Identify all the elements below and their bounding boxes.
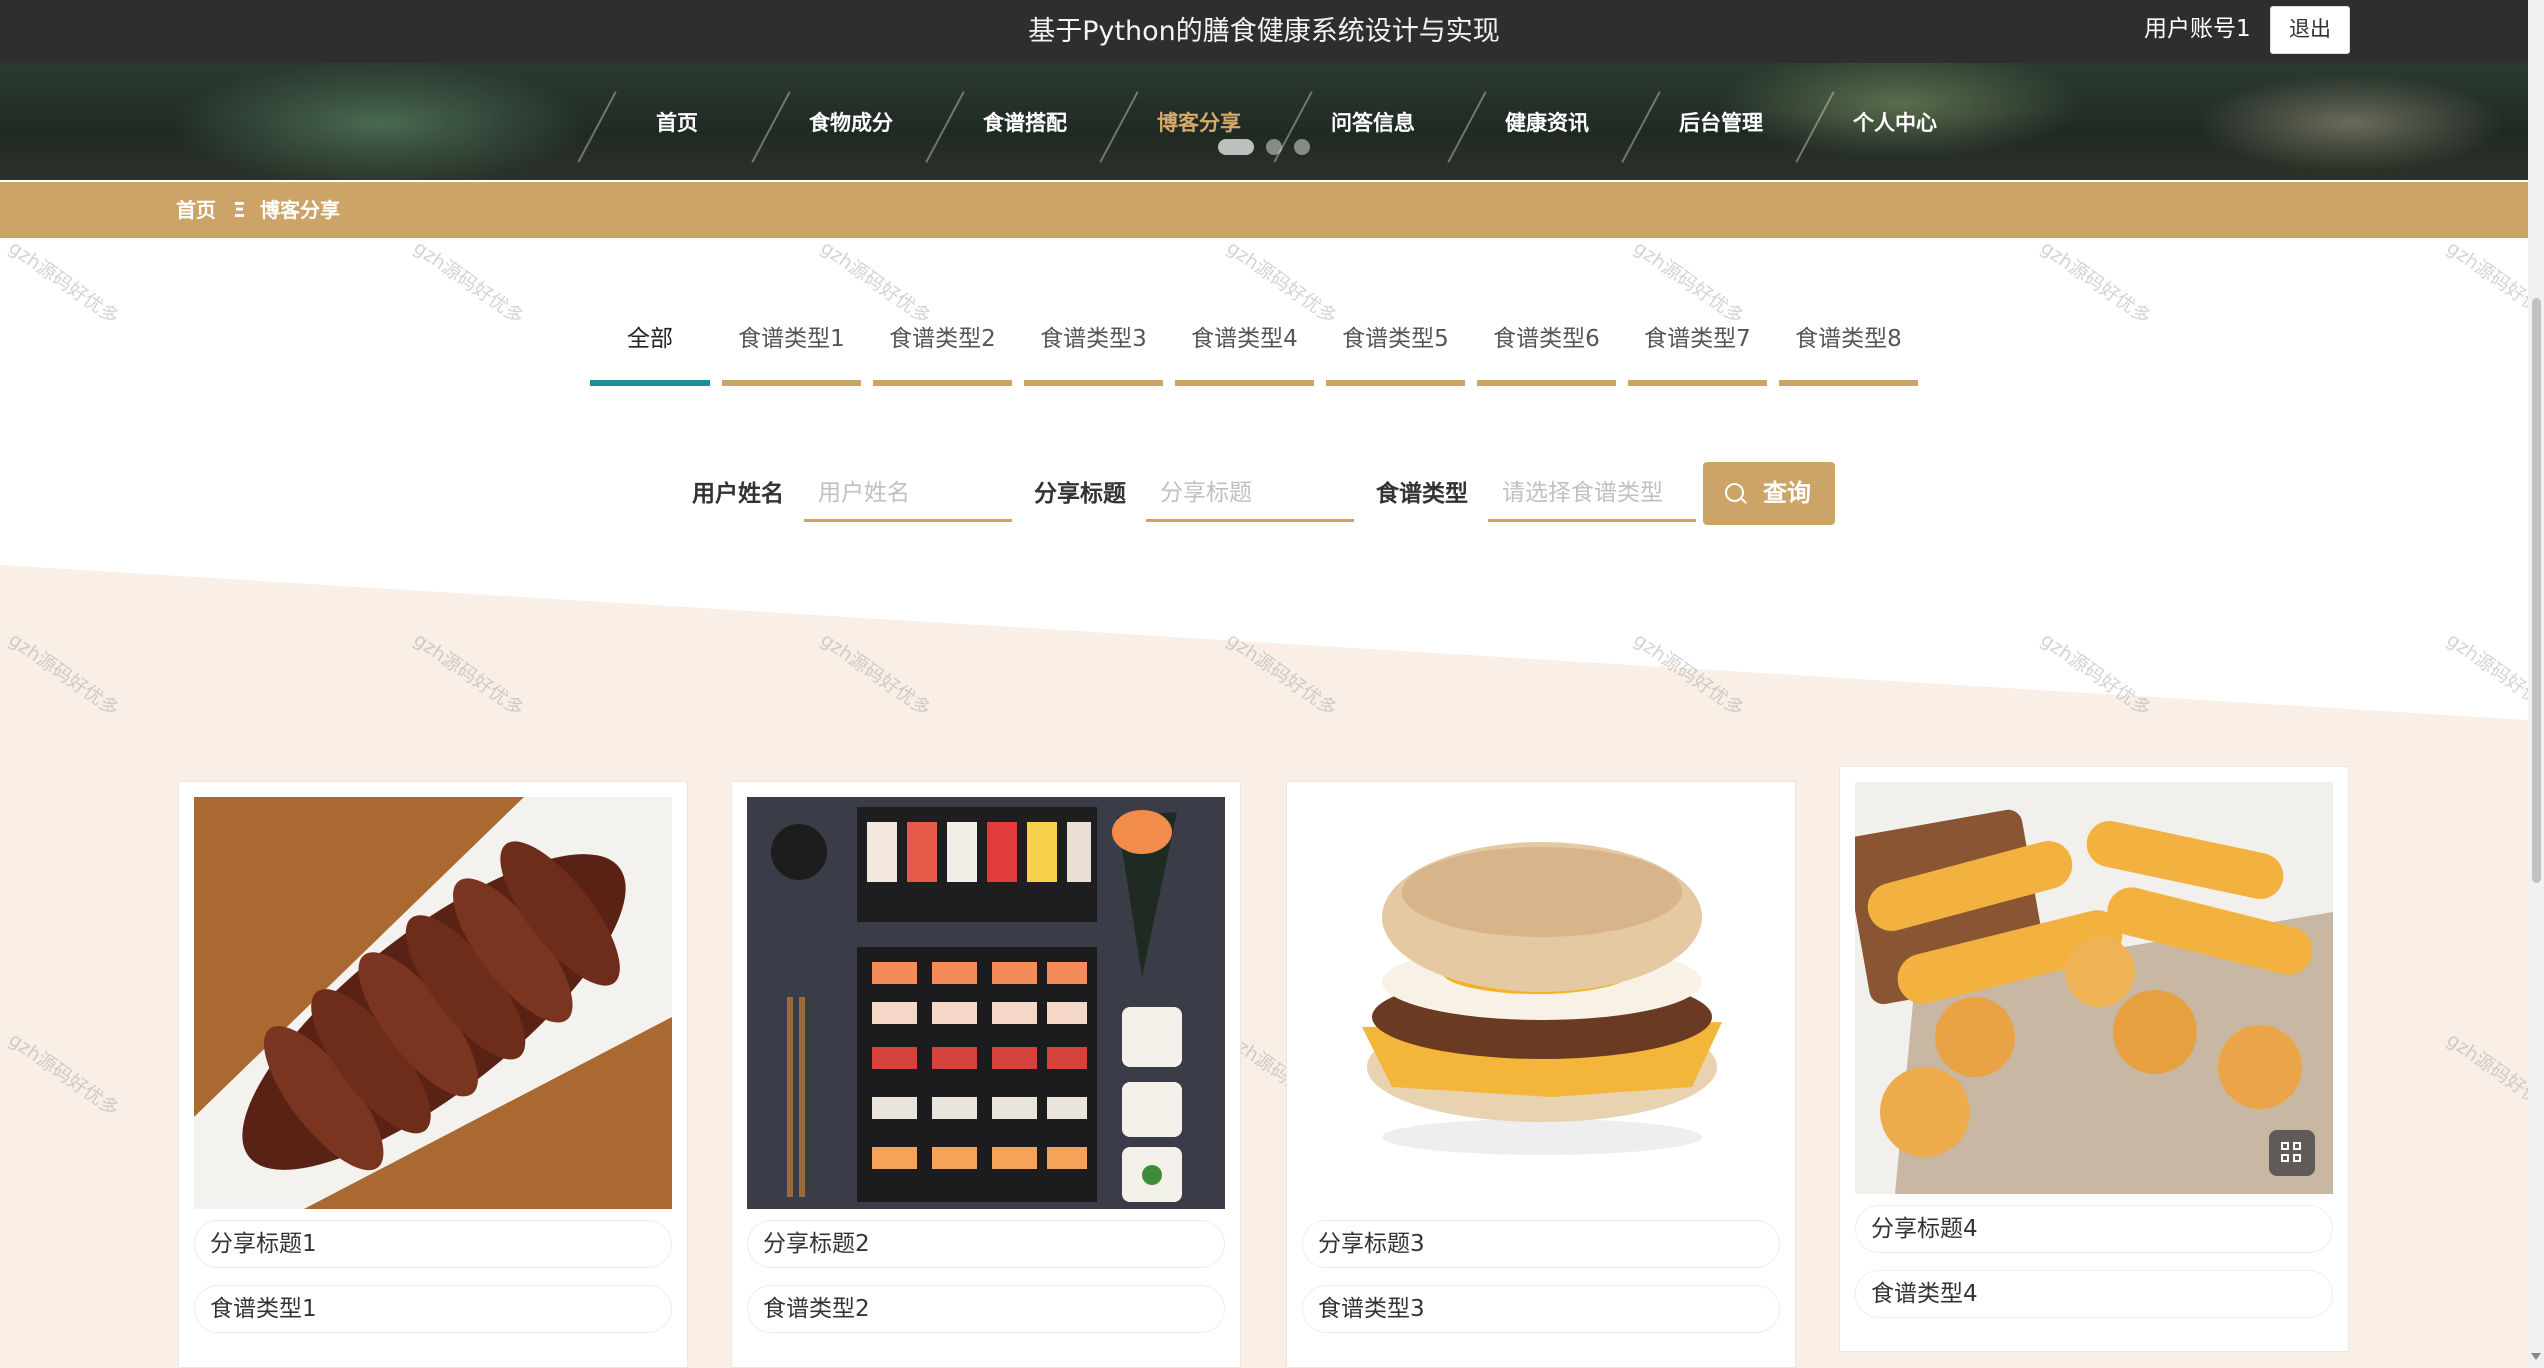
username-label: 用户姓名 xyxy=(692,481,784,507)
category-tabs: 全部 食谱类型1 食谱类型2 食谱类型3 食谱类型4 食谱类型5 食谱类型6 食… xyxy=(590,318,1918,386)
card-title: 分享标题4 xyxy=(1855,1205,2333,1253)
nav-item-personal-center[interactable]: 个人中心 xyxy=(1808,63,1982,180)
tab-recipe-type-5[interactable]: 食谱类型5 xyxy=(1326,318,1465,386)
card-title: 分享标题3 xyxy=(1302,1220,1780,1268)
sushi-platter-photo[interactable] xyxy=(747,797,1225,1209)
card-recipe-type: 食谱类型3 xyxy=(1302,1285,1780,1333)
hero-banner: 首页 食物成分 食谱搭配 博客分享 问答信息 健康资讯 后台管理 个人中心 xyxy=(0,63,2528,180)
search-button[interactable]: 查询 xyxy=(1703,462,1835,525)
card-title: 分享标题1 xyxy=(194,1220,672,1268)
card-recipe-type: 食谱类型2 xyxy=(747,1285,1225,1333)
breadcrumb-home[interactable]: 首页 xyxy=(176,182,216,238)
watermark-text: gzh源码好优多 xyxy=(1222,236,1341,329)
scroll-down-arrow-icon[interactable] xyxy=(2531,1353,2541,1360)
watermark-text: gzh源码好优多 xyxy=(4,236,123,329)
scrollbar-thumb[interactable] xyxy=(2532,298,2541,883)
card-recipe-type: 食谱类型4 xyxy=(1855,1270,2333,1318)
carousel-dot[interactable] xyxy=(1294,139,1310,155)
nav-item-admin[interactable]: 后台管理 xyxy=(1634,63,1808,180)
recipe-type-label: 食谱类型 xyxy=(1376,481,1468,507)
tab-recipe-type-1[interactable]: 食谱类型1 xyxy=(722,318,861,386)
blog-card[interactable]: 分享标题3 食谱类型3 xyxy=(1286,781,1796,1368)
breadcrumb-current: 博客分享 xyxy=(260,198,340,222)
tab-recipe-type-6[interactable]: 食谱类型6 xyxy=(1477,318,1616,386)
nav-item-home[interactable]: 首页 xyxy=(590,63,764,180)
breadcrumb: 首页 Ξ 博客分享 xyxy=(0,182,2528,238)
logout-button[interactable]: 退出 xyxy=(2270,6,2350,54)
nav-item-recipe-matching[interactable]: 食谱搭配 xyxy=(938,63,1112,180)
search-button-label: 查询 xyxy=(1763,479,1811,507)
watermark-text: gzh源码好优多 xyxy=(2036,236,2155,329)
breadcrumb-separator-icon: Ξ xyxy=(233,198,246,222)
nav-item-blog-share[interactable]: 博客分享 xyxy=(1112,63,1286,180)
card-title: 分享标题2 xyxy=(747,1220,1225,1268)
share-title-input[interactable] xyxy=(1146,466,1354,522)
carousel-dot-active[interactable] xyxy=(1218,139,1254,155)
blog-card[interactable]: 分享标题2 食谱类型2 xyxy=(731,781,1241,1368)
watermark-text: gzh源码好优多 xyxy=(409,236,528,329)
nav-item-health-news[interactable]: 健康资讯 xyxy=(1460,63,1634,180)
tab-recipe-type-3[interactable]: 食谱类型3 xyxy=(1024,318,1163,386)
tab-recipe-type-8[interactable]: 食谱类型8 xyxy=(1779,318,1918,386)
carousel-indicators xyxy=(1218,139,1310,155)
nav-item-food-composition[interactable]: 食物成分 xyxy=(764,63,938,180)
watermark-text: gzh源码好优多 xyxy=(816,236,935,329)
bread-pastries-photo[interactable] xyxy=(1855,782,2333,1194)
tab-recipe-type-4[interactable]: 食谱类型4 xyxy=(1175,318,1314,386)
tab-recipe-type-7[interactable]: 食谱类型7 xyxy=(1628,318,1767,386)
tab-all[interactable]: 全部 xyxy=(590,318,710,386)
top-header-bar: 基于Python的膳食健康系统设计与实现 用户账号1 退出 xyxy=(0,0,2528,63)
breakfast-muffin-photo[interactable] xyxy=(1302,797,1780,1209)
carousel-dot[interactable] xyxy=(1266,139,1282,155)
blog-card[interactable]: 分享标题1 食谱类型1 xyxy=(178,781,688,1368)
watermark-text: gzh源码好优多 xyxy=(1629,236,1748,329)
gallery-grid-icon[interactable] xyxy=(2269,1130,2315,1176)
recipe-type-select[interactable] xyxy=(1488,466,1696,522)
share-title-label: 分享标题 xyxy=(1034,481,1126,507)
page-scrollbar[interactable] xyxy=(2528,0,2544,1368)
main-nav: 首页 食物成分 食谱搭配 博客分享 问答信息 健康资讯 后台管理 个人中心 xyxy=(590,63,1982,180)
braised-lotus-root-photo[interactable] xyxy=(194,797,672,1209)
username-input[interactable] xyxy=(804,466,1012,522)
search-icon xyxy=(1725,483,1744,502)
card-recipe-type: 食谱类型1 xyxy=(194,1285,672,1333)
nav-item-qa[interactable]: 问答信息 xyxy=(1286,63,1460,180)
account-name[interactable]: 用户账号1 xyxy=(2144,0,2251,58)
blog-card[interactable]: 分享标题4 食谱类型4 xyxy=(1839,766,2349,1352)
tab-recipe-type-2[interactable]: 食谱类型2 xyxy=(873,318,1012,386)
